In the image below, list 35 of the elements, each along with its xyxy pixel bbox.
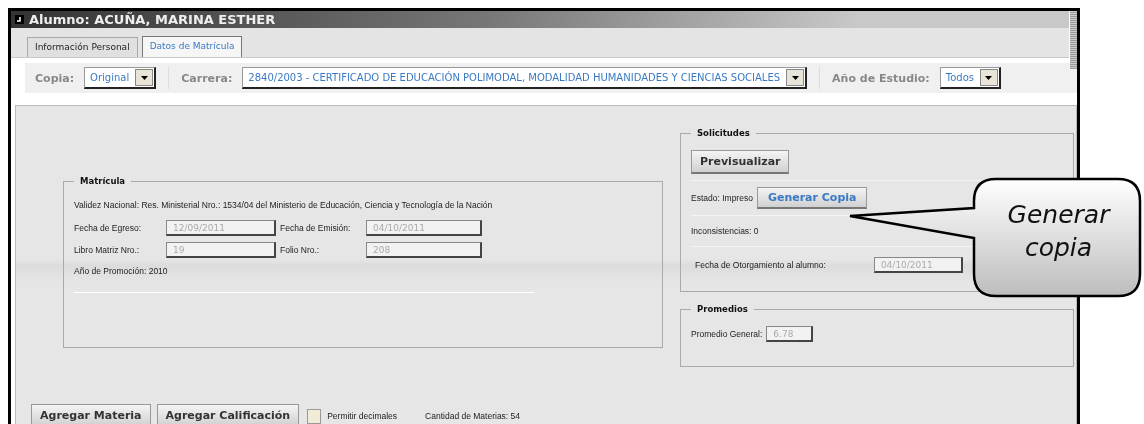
dropdown[interactable]: Todos bbox=[939, 67, 1001, 89]
field-label: Folio Nro.: bbox=[280, 245, 321, 255]
field-label: Promedio General: bbox=[691, 329, 763, 339]
validity-text: Validez Nacional: Res. Ministerial Nro.: 1534/04 del Ministerio de Educación, Ciencia y Tecnología de la Nación bbox=[74, 200, 494, 210]
count-text: Cantidad de Materias: 54 bbox=[425, 411, 521, 421]
tab[interactable]: Datos de Matrícula bbox=[141, 36, 243, 57]
promotion-text: Año de Promoción: 2010 bbox=[74, 266, 169, 276]
generate-copy-button[interactable]: Generar Copia bbox=[756, 187, 868, 209]
filter-label: Carrera: bbox=[181, 71, 233, 85]
window-title: Alumno: ACUÑA, MARINA ESTHER bbox=[29, 12, 276, 27]
dropdown[interactable]: 2840/2003 - CERTIFICADO DE EDUCACIÓN POLIMODAL, MODALIDAD HUMANIDADES Y CIENCIAS SOCIALES bbox=[242, 67, 808, 89]
inconsistencies-text: Inconsistencias: 0 bbox=[691, 226, 759, 236]
group-title: Promedios bbox=[696, 304, 749, 314]
field-label: Fecha de Otorgamiento al alumno: bbox=[695, 260, 826, 270]
callout-tooltip-text: Generar copia bbox=[1006, 199, 1112, 264]
preview-button[interactable]: Previsualizar bbox=[691, 150, 790, 174]
field-label: Fecha de Emisión: bbox=[280, 223, 352, 233]
group-title: Solicitudes bbox=[696, 128, 751, 138]
window-icon bbox=[15, 15, 24, 24]
field-label: Libro Matriz Nro.: bbox=[74, 245, 141, 255]
group-title: Matrícula bbox=[79, 176, 127, 186]
status-text: Estado: Impreso bbox=[691, 193, 753, 203]
caret-icon bbox=[786, 69, 805, 86]
filter-label: Copia: bbox=[35, 71, 75, 85]
field-label: Fecha de Egreso: bbox=[74, 223, 143, 233]
action-button[interactable]: Agregar Materia bbox=[31, 404, 151, 424]
filter-label: Año de Estudio: bbox=[832, 71, 930, 85]
dropdown[interactable]: Original bbox=[84, 67, 157, 89]
action-button[interactable]: Agregar Calificación bbox=[156, 404, 300, 424]
caret-icon bbox=[135, 69, 154, 86]
tab[interactable]: Información Personal bbox=[27, 37, 138, 57]
caret-icon bbox=[979, 69, 998, 86]
checkbox[interactable] bbox=[307, 408, 322, 424]
scrollbar[interactable] bbox=[1070, 11, 1077, 69]
checkbox-label: Permitir decimales bbox=[327, 411, 398, 421]
